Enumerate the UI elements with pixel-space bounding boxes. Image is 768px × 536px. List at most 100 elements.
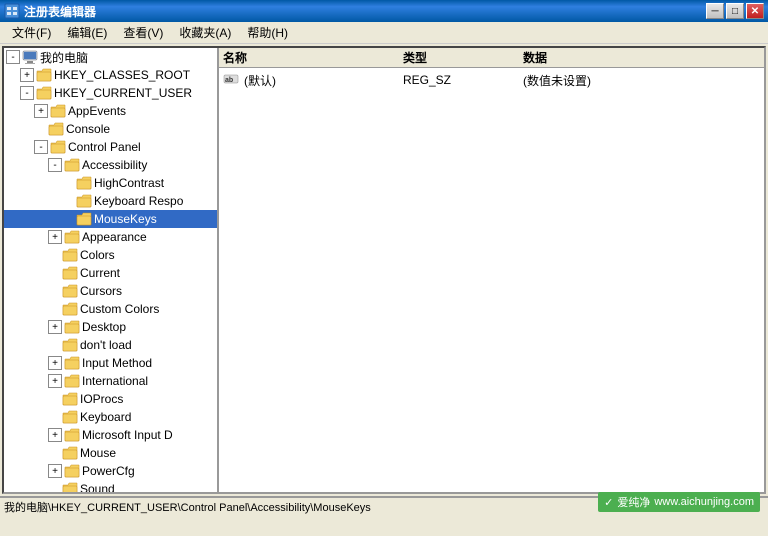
tree-label-hkey-classes-root: HKEY_CLASSES_ROOT [54,68,190,82]
folder-icon [64,428,80,442]
cell-data: (数值未设置) [523,72,760,89]
tree-item-hkey-classes-root[interactable]: + HKEY_CLASSES_ROOT [4,66,217,84]
watermark-url: www.aichunjing.com [654,496,754,508]
tree-item-highcontrast[interactable]: HighContrast [4,174,217,192]
expander-international[interactable]: + [48,374,62,388]
registry-value-icon: ab [223,73,239,88]
tree-label-hkey-current-user: HKEY_CURRENT_USER [54,86,192,100]
tree-label-powercfg: PowerCfg [82,464,135,478]
menu-item-help[interactable]: 帮助(H) [239,22,296,43]
expander-hkey-classes-root[interactable]: + [20,68,34,82]
folder-icon [64,320,80,334]
tree-label-accessibility: Accessibility [82,158,147,172]
watermark: ✓ 爱纯净 www.aichunjing.com [598,492,760,512]
cell-type: REG_SZ [403,73,523,87]
tree-item-my-computer[interactable]: - 我的电脑 [4,48,217,66]
tree-item-sound[interactable]: Sound [4,480,217,492]
tree-label-ioprocs: IOProcs [80,392,123,406]
folder-icon [62,410,78,424]
tree-label-appevents: AppEvents [68,104,126,118]
folder-icon [62,248,78,262]
main-container: - 我的电脑+ HKEY_CLASSES_ROOT- HKEY_CURRENT_… [2,46,766,494]
folder-icon [48,122,64,136]
tree-label-input-method: Input Method [82,356,152,370]
col-header-name: 名称 [223,48,403,67]
folder-icon [62,446,78,460]
expander-input-method[interactable]: + [48,356,62,370]
maximize-button[interactable]: □ [726,3,744,19]
tree-label-keyboard: Keyboard [80,410,131,424]
folder-icon [64,158,80,172]
tree-item-input-method[interactable]: + Input Method [4,354,217,372]
minimize-button[interactable]: ─ [706,3,724,19]
folder-icon [64,230,80,244]
folder-icon [50,104,66,118]
tree-item-appevents[interactable]: + AppEvents [4,102,217,120]
tree-item-mousekeys[interactable]: MouseKeys [4,210,217,228]
tree-label-keyboard-response: Keyboard Respo [94,194,183,208]
tree-label-mouse: Mouse [80,446,116,460]
tree-item-microsoft-input-d[interactable]: + Microsoft Input D [4,426,217,444]
tree-label-sound: Sound [80,482,115,492]
tree-item-current[interactable]: Current [4,264,217,282]
tree-panel: - 我的电脑+ HKEY_CLASSES_ROOT- HKEY_CURRENT_… [4,48,219,492]
tree-item-control-panel[interactable]: - Control Panel [4,138,217,156]
tree-item-dont-load[interactable]: don't load [4,336,217,354]
menu-item-view[interactable]: 查看(V) [115,22,171,43]
tree-item-custom-colors[interactable]: Custom Colors [4,300,217,318]
tree-item-keyboard-response[interactable]: Keyboard Respo [4,192,217,210]
expander-appearance[interactable]: + [48,230,62,244]
expander-my-computer[interactable]: - [6,50,20,64]
tree-item-cursors[interactable]: Cursors [4,282,217,300]
column-headers: 名称 类型 数据 [219,48,764,68]
watermark-logo: ✓ [604,496,613,509]
expander-accessibility[interactable]: - [48,158,62,172]
tree-item-ioprocs[interactable]: IOProcs [4,390,217,408]
menu-item-favorites[interactable]: 收藏夹(A) [171,22,239,43]
folder-icon [62,392,78,406]
tree-label-control-panel: Control Panel [68,140,141,154]
tree-item-powercfg[interactable]: + PowerCfg [4,462,217,480]
watermark-brand: 爱纯净 [617,494,650,510]
expander-appevents[interactable]: + [34,104,48,118]
tree-scroll[interactable]: - 我的电脑+ HKEY_CLASSES_ROOT- HKEY_CURRENT_… [4,48,217,492]
menu-item-edit[interactable]: 编辑(E) [59,22,115,43]
tree-label-my-computer: 我的电脑 [40,49,88,66]
menu-item-file[interactable]: 文件(F) [4,22,59,43]
tree-label-microsoft-input-d: Microsoft Input D [82,428,173,442]
folder-icon [36,86,52,100]
expander-hkey-current-user[interactable]: - [20,86,34,100]
menu-bar: 文件(F)编辑(E)查看(V)收藏夹(A)帮助(H) [0,22,768,44]
expander-microsoft-input-d[interactable]: + [48,428,62,442]
tree-item-accessibility[interactable]: - Accessibility [4,156,217,174]
tree-label-colors: Colors [80,248,115,262]
folder-icon [76,212,92,226]
tree-item-international[interactable]: + International [4,372,217,390]
registry-value-name: (默认) [244,72,276,89]
tree-item-hkey-current-user[interactable]: - HKEY_CURRENT_USER [4,84,217,102]
table-row[interactable]: ab (默认)REG_SZ(数值未设置) [219,70,764,90]
folder-icon [64,464,80,478]
tree-item-desktop[interactable]: + Desktop [4,318,217,336]
folder-icon [36,68,52,82]
col-header-type: 类型 [403,48,523,67]
col-header-data: 数据 [523,48,760,67]
tree-item-console[interactable]: Console [4,120,217,138]
tree-label-international: International [82,374,148,388]
expander-powercfg[interactable]: + [48,464,62,478]
tree-item-keyboard[interactable]: Keyboard [4,408,217,426]
folder-icon [50,140,66,154]
data-area[interactable]: ab (默认)REG_SZ(数值未设置) [219,68,764,492]
folder-icon [64,374,80,388]
tree-item-appearance[interactable]: + Appearance [4,228,217,246]
tree-item-mouse[interactable]: Mouse [4,444,217,462]
close-button[interactable]: ✕ [746,3,764,19]
folder-icon [62,284,78,298]
expander-desktop[interactable]: + [48,320,62,334]
folder-icon [62,302,78,316]
status-text: 我的电脑\HKEY_CURRENT_USER\Control Panel\Acc… [4,499,371,515]
svg-text:ab: ab [225,77,233,84]
expander-control-panel[interactable]: - [34,140,48,154]
tree-item-colors[interactable]: Colors [4,246,217,264]
cell-name: ab (默认) [223,72,403,89]
